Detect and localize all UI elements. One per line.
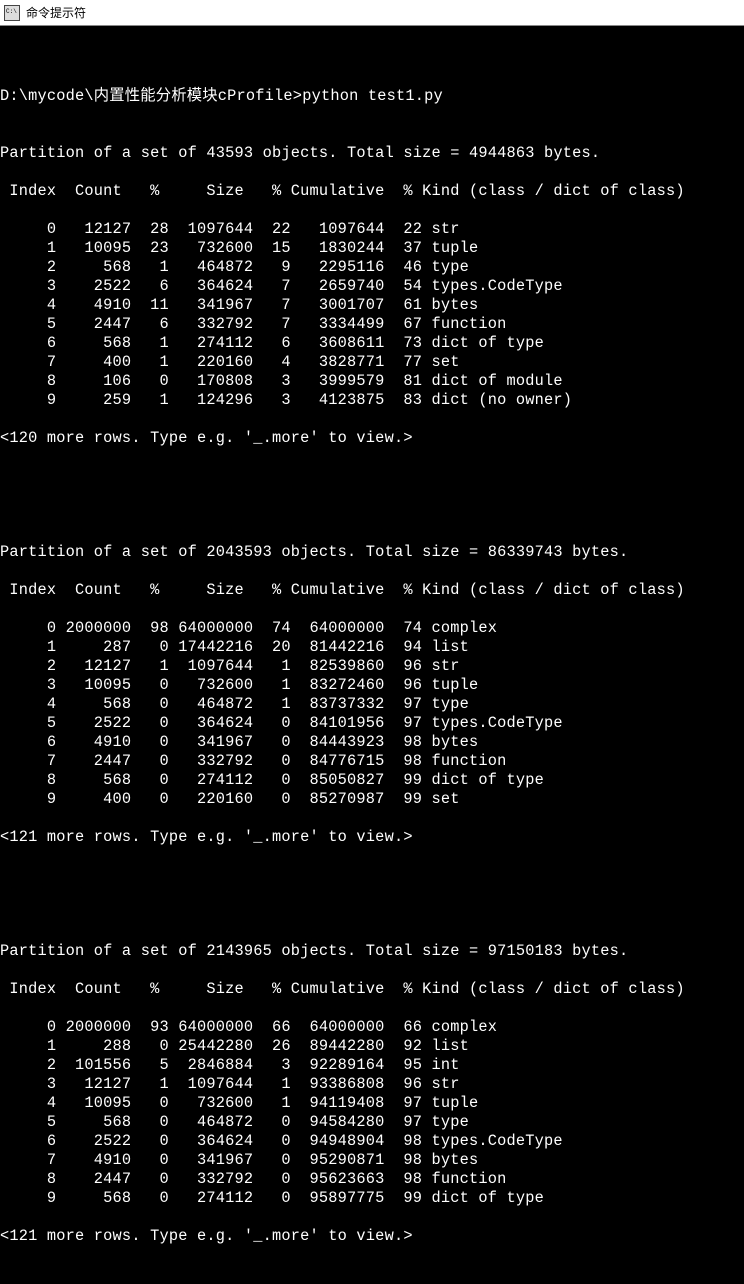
table-row: 4 568 0 464872 1 83737332 97 type [0, 695, 744, 714]
table-row: 9 568 0 274112 0 95897775 99 dict of typ… [0, 1189, 744, 1208]
table-row: 4 10095 0 732600 1 94119408 97 tuple [0, 1094, 744, 1113]
partition-rows-2: 0 2000000 93 64000000 66 64000000 66 com… [0, 1018, 744, 1208]
table-row: 8 2447 0 332792 0 95623663 98 function [0, 1170, 744, 1189]
partition-footer: <120 more rows. Type e.g. '_.more' to vi… [0, 429, 744, 448]
partition-columns: Index Count % Size % Cumulative % Kind (… [0, 182, 744, 201]
titlebar[interactable]: 命令提示符 [0, 0, 744, 26]
table-row: 6 4910 0 341967 0 84443923 98 bytes [0, 733, 744, 752]
table-row: 0 2000000 98 64000000 74 64000000 74 com… [0, 619, 744, 638]
table-row: 9 400 0 220160 0 85270987 99 set [0, 790, 744, 809]
partition-block-2: Partition of a set of 2143965 objects. T… [0, 923, 744, 1265]
table-row: 1 10095 23 732600 15 1830244 37 tuple [0, 239, 744, 258]
partition-footer: <121 more rows. Type e.g. '_.more' to vi… [0, 1227, 744, 1246]
prompt-command: python test1.py [302, 87, 443, 105]
table-row: 7 400 1 220160 4 3828771 77 set [0, 353, 744, 372]
table-row: 0 12127 28 1097644 22 1097644 22 str [0, 220, 744, 239]
window-title: 命令提示符 [26, 4, 86, 21]
blank-line [0, 49, 744, 68]
table-row: 8 568 0 274112 0 85050827 99 dict of typ… [0, 771, 744, 790]
table-row: 2 101556 5 2846884 3 92289164 95 int [0, 1056, 744, 1075]
table-row: 1 288 0 25442280 26 89442280 92 list [0, 1037, 744, 1056]
table-row: 7 4910 0 341967 0 95290871 98 bytes [0, 1151, 744, 1170]
table-row: 4 4910 11 341967 7 3001707 61 bytes [0, 296, 744, 315]
table-row: 7 2447 0 332792 0 84776715 98 function [0, 752, 744, 771]
table-row: 3 10095 0 732600 1 83272460 96 tuple [0, 676, 744, 695]
table-row: 5 568 0 464872 0 94584280 97 type [0, 1113, 744, 1132]
table-row: 3 12127 1 1097644 1 93386808 96 str [0, 1075, 744, 1094]
table-row: 6 2522 0 364624 0 94948904 98 types.Code… [0, 1132, 744, 1151]
table-row: 6 568 1 274112 6 3608611 73 dict of type [0, 334, 744, 353]
partition-footer: <121 more rows. Type e.g. '_.more' to vi… [0, 828, 744, 847]
blank-line [0, 885, 744, 904]
table-row: 2 568 1 464872 9 2295116 46 type [0, 258, 744, 277]
table-row: 8 106 0 170808 3 3999579 81 dict of modu… [0, 372, 744, 391]
table-row: 0 2000000 93 64000000 66 64000000 66 com… [0, 1018, 744, 1037]
table-row: 3 2522 6 364624 7 2659740 54 types.CodeT… [0, 277, 744, 296]
table-row: 2 12127 1 1097644 1 82539860 96 str [0, 657, 744, 676]
table-row: 5 2447 6 332792 7 3334499 67 function [0, 315, 744, 334]
cmd-icon [4, 5, 20, 21]
blank-line [0, 486, 744, 505]
partition-rows-1: 0 2000000 98 64000000 74 64000000 74 com… [0, 619, 744, 809]
partition-columns: Index Count % Size % Cumulative % Kind (… [0, 980, 744, 999]
table-row: 9 259 1 124296 3 4123875 83 dict (no own… [0, 391, 744, 410]
partition-header: Partition of a set of 43593 objects. Tot… [0, 144, 744, 163]
table-row: 1 287 0 17442216 20 81442216 94 list [0, 638, 744, 657]
prompt-line: D:\mycode\内置性能分析模块cProfile>python test1.… [0, 87, 744, 106]
table-row: 5 2522 0 364624 0 84101956 97 types.Code… [0, 714, 744, 733]
partition-header: Partition of a set of 2043593 objects. T… [0, 543, 744, 562]
partition-columns: Index Count % Size % Cumulative % Kind (… [0, 581, 744, 600]
partition-header: Partition of a set of 2143965 objects. T… [0, 942, 744, 961]
partition-rows-0: 0 12127 28 1097644 22 1097644 22 str 1 1… [0, 220, 744, 410]
partition-block-1: Partition of a set of 2043593 objects. T… [0, 524, 744, 866]
prompt-path: D:\mycode\内置性能分析模块cProfile> [0, 87, 302, 105]
console-output[interactable]: D:\mycode\内置性能分析模块cProfile>python test1.… [0, 26, 744, 1284]
partition-block-0: Partition of a set of 43593 objects. Tot… [0, 125, 744, 467]
